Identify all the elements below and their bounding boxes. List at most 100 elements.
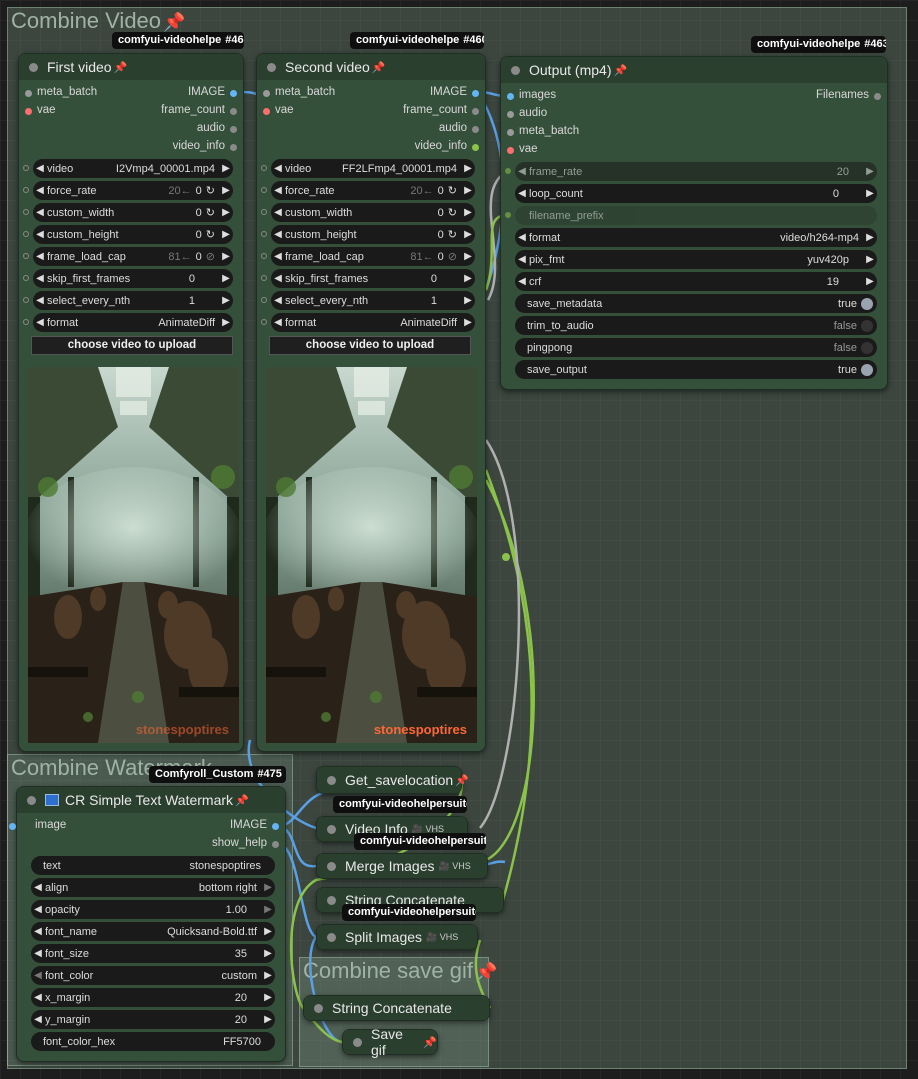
node-header[interactable]: Output (mp4) 📌 bbox=[501, 57, 887, 83]
text-input[interactable]: text stonespoptires bbox=[31, 856, 275, 875]
arrow-right-icon[interactable]: ▶ bbox=[261, 904, 275, 915]
select-every-nth-widget[interactable]: ◀ select_every_nth 1 ▶ bbox=[261, 291, 475, 310]
arrow-left-icon[interactable]: ◀ bbox=[33, 317, 47, 328]
node-split-images[interactable]: Split Images 🎥 VHS bbox=[316, 924, 478, 950]
node-first-video[interactable]: First video 📌 meta_batch IMAGE vae frame_co… bbox=[18, 53, 244, 752]
format-select[interactable]: ◀ format video/h264-mp4 ▶ bbox=[515, 228, 877, 247]
frame-rate-widget[interactable]: ◀ frame_rate 20 ▶ bbox=[505, 162, 877, 181]
trim-to-audio-toggle[interactable]: trim_to_audio false bbox=[515, 316, 877, 335]
meta-batch-socket[interactable] bbox=[507, 129, 514, 136]
arrow-left-icon[interactable]: ◀ bbox=[33, 163, 47, 174]
select-every-nth-widget[interactable]: ◀ select_every_nth 1 ▶ bbox=[23, 291, 233, 310]
node-cr-simple-text-watermark[interactable]: CR Simple Text Watermark 📌 image IMAGE sho… bbox=[9, 786, 286, 1062]
arrow-right-icon[interactable]: ▶ bbox=[863, 188, 877, 199]
collapse-dot[interactable] bbox=[29, 62, 38, 72]
upload-video-button[interactable]: choose video to upload bbox=[269, 336, 471, 355]
y-margin-widget[interactable]: ◀ y_margin 20 ▶ bbox=[31, 1010, 275, 1029]
pix-fmt-select[interactable]: ◀ pix_fmt yuv420p ▶ bbox=[515, 250, 877, 269]
crf-widget[interactable]: ◀ crf 19 ▶ bbox=[515, 272, 877, 291]
arrow-left-icon[interactable]: ◀ bbox=[515, 166, 529, 177]
arrow-left-icon[interactable]: ◀ bbox=[31, 904, 45, 915]
arrow-left-icon[interactable]: ◀ bbox=[515, 232, 529, 243]
format-select[interactable]: ◀ format AnimateDiff ▶ bbox=[261, 313, 475, 332]
reset-icon[interactable]: ↻ bbox=[206, 206, 215, 219]
arrow-right-icon[interactable]: ▶ bbox=[219, 185, 233, 196]
collapse-dot[interactable] bbox=[327, 932, 336, 942]
video-info-socket[interactable] bbox=[472, 144, 479, 151]
image-socket[interactable] bbox=[9, 823, 16, 830]
opacity-widget[interactable]: ◀ opacity 1.00 ▶ bbox=[31, 900, 275, 919]
arrow-right-icon[interactable]: ▶ bbox=[863, 276, 877, 287]
node-header[interactable]: Merge Images 🎥 VHS bbox=[317, 854, 487, 878]
arrow-left-icon[interactable]: ◀ bbox=[271, 251, 285, 262]
toggle-knob[interactable] bbox=[861, 297, 873, 310]
arrow-right-icon[interactable]: ▶ bbox=[219, 317, 233, 328]
arrow-left-icon[interactable]: ◀ bbox=[271, 229, 285, 240]
vae-socket[interactable] bbox=[25, 108, 32, 115]
arrow-left-icon[interactable]: ◀ bbox=[271, 207, 285, 218]
frame-load-cap-widget[interactable]: ◀ frame_load_cap 81← 0 ⊘ ▶ bbox=[261, 247, 475, 266]
node-header[interactable]: Second video 📌 bbox=[257, 54, 485, 80]
arrow-right-icon[interactable]: ▶ bbox=[461, 251, 475, 262]
show-help-socket[interactable] bbox=[272, 841, 279, 848]
arrow-left-icon[interactable]: ◀ bbox=[31, 970, 45, 981]
collapse-dot[interactable] bbox=[327, 861, 336, 871]
arrow-right-icon[interactable]: ▶ bbox=[219, 229, 233, 240]
arrow-left-icon[interactable]: ◀ bbox=[33, 207, 47, 218]
arrow-left-icon[interactable]: ◀ bbox=[31, 882, 45, 893]
frame-count-socket[interactable] bbox=[230, 108, 237, 115]
arrow-right-icon[interactable]: ▶ bbox=[461, 185, 475, 196]
arrow-right-icon[interactable]: ▶ bbox=[461, 295, 475, 306]
arrow-right-icon[interactable]: ▶ bbox=[863, 166, 877, 177]
arrow-right-icon[interactable]: ▶ bbox=[219, 251, 233, 262]
disable-icon[interactable]: ⊘ bbox=[206, 250, 215, 263]
video-info-socket[interactable] bbox=[230, 144, 237, 151]
node-string-concatenate-2[interactable]: String Concatenate bbox=[303, 995, 490, 1021]
save-metadata-toggle[interactable]: save_metadata true bbox=[515, 294, 877, 313]
arrow-left-icon[interactable]: ◀ bbox=[515, 188, 529, 199]
arrow-right-icon[interactable]: ▶ bbox=[461, 163, 475, 174]
arrow-left-icon[interactable]: ◀ bbox=[33, 185, 47, 196]
loop-count-widget[interactable]: ◀ loop_count 0 ▶ bbox=[515, 184, 877, 203]
collapse-dot[interactable] bbox=[327, 775, 336, 785]
video-select[interactable]: ◀ video FF2LFmp4_00001.mp4 ▶ bbox=[261, 159, 475, 178]
arrow-left-icon[interactable]: ◀ bbox=[271, 317, 285, 328]
arrow-right-icon[interactable]: ▶ bbox=[219, 295, 233, 306]
node-header[interactable]: Get_savelocation 📌 bbox=[317, 767, 469, 793]
arrow-left-icon[interactable]: ◀ bbox=[515, 254, 529, 265]
images-socket[interactable] bbox=[507, 93, 514, 100]
align-select[interactable]: ◀ align bottom right ▶ bbox=[31, 878, 275, 897]
node-second-video[interactable]: Second video 📌 meta_batch IMAGE vae frame_c… bbox=[256, 53, 486, 752]
x-margin-widget[interactable]: ◀ x_margin 20 ▶ bbox=[31, 988, 275, 1007]
collapse-dot[interactable] bbox=[314, 1003, 323, 1013]
upload-video-button[interactable]: choose video to upload bbox=[31, 336, 233, 355]
audio-socket[interactable] bbox=[472, 126, 479, 133]
arrow-right-icon[interactable]: ▶ bbox=[863, 232, 877, 243]
node-header[interactable]: CR Simple Text Watermark 📌 bbox=[17, 787, 285, 813]
reset-icon[interactable]: ↻ bbox=[206, 184, 215, 197]
collapse-dot[interactable] bbox=[327, 824, 336, 834]
font-color-select[interactable]: ◀ font_color custom ▶ bbox=[31, 966, 275, 985]
force-rate-widget[interactable]: ◀ force_rate 20← 0 ↻ ▶ bbox=[23, 181, 233, 200]
image-socket[interactable] bbox=[472, 90, 479, 97]
arrow-left-icon[interactable]: ◀ bbox=[31, 992, 45, 1003]
node-get-savelocation[interactable]: Get_savelocation 📌 bbox=[316, 766, 469, 794]
node-header[interactable]: Save gif 📌 bbox=[343, 1026, 437, 1058]
arrow-right-icon[interactable]: ▶ bbox=[261, 882, 275, 893]
skip-first-frames-widget[interactable]: ◀ skip_first_frames 0 ▶ bbox=[23, 269, 233, 288]
reset-icon[interactable]: ↻ bbox=[206, 228, 215, 241]
arrow-left-icon[interactable]: ◀ bbox=[515, 276, 529, 287]
arrow-right-icon[interactable]: ▶ bbox=[219, 273, 233, 284]
reset-icon[interactable]: ↻ bbox=[448, 206, 457, 219]
custom-height-widget[interactable]: ◀ custom_height 0 ↻ ▶ bbox=[23, 225, 233, 244]
meta-batch-socket[interactable] bbox=[263, 90, 270, 97]
pingpong-toggle[interactable]: pingpong false bbox=[515, 338, 877, 357]
reset-icon[interactable]: ↻ bbox=[448, 228, 457, 241]
node-merge-images[interactable]: Merge Images 🎥 VHS bbox=[316, 853, 488, 879]
arrow-right-icon[interactable]: ▶ bbox=[261, 948, 275, 959]
filenames-socket[interactable] bbox=[874, 93, 881, 100]
toggle-knob[interactable] bbox=[861, 363, 873, 376]
node-save-gif[interactable]: Save gif 📌 bbox=[342, 1026, 438, 1058]
font-name-select[interactable]: ◀ font_name Quicksand-Bold.ttf ▶ bbox=[31, 922, 275, 941]
force-rate-widget[interactable]: ◀ force_rate 20← 0 ↻ ▶ bbox=[261, 181, 475, 200]
